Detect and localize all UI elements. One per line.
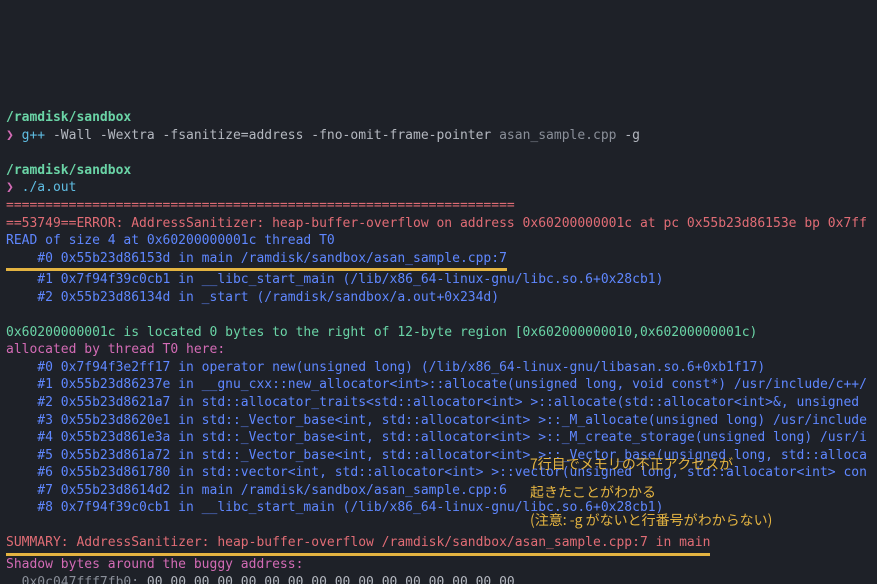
asan-alloc-stack-7: #7 0x55b23d8614d2 in main /ramdisk/sandb…: [6, 483, 507, 498]
asan-alloc-stack-2: #2 0x55b23d8621a7 in std::allocator_trai…: [6, 395, 867, 410]
cmd-gpp-bin: g++: [22, 128, 45, 143]
asan-allocated-line: allocated by thread T0 here:: [6, 342, 225, 357]
annotation-line1: 7行目でメモリの不正アクセスが: [530, 453, 733, 475]
asan-alloc-stack-1: #1 0x55b23d86237e in __gnu_cxx::new_allo…: [6, 377, 867, 392]
asan-separator: ========================================…: [6, 198, 515, 213]
asan-alloc-stack-3: #3 0x55b23d8620e1 in std::_Vector_base<i…: [6, 413, 867, 428]
cmd-run: ./a.out: [22, 180, 77, 195]
asan-error-header: ==53749==ERROR: AddressSanitizer: heap-b…: [6, 216, 867, 231]
prompt-char: ❯: [6, 180, 14, 195]
asan-alloc-stack-4: #4 0x55b23d861e3a in std::_Vector_base<i…: [6, 430, 867, 445]
shadow-row-addr: 0x0c047fff7fb0:: [6, 575, 139, 584]
shadow-bytes-header: Shadow bytes around the buggy address:: [6, 557, 303, 572]
asan-read-line: READ of size 4 at 0x60200000001c thread …: [6, 233, 335, 248]
shadow-row-bytes: 00 00 00 00 00 00 00 00 00 00 00 00 00 0…: [147, 575, 515, 584]
prompt-char: ❯: [6, 128, 14, 143]
annotation-line2: 起きたことがわかる: [530, 481, 656, 503]
asan-location-line: 0x60200000001c is located 0 bytes to the…: [6, 325, 757, 340]
cmd-gpp-tail: -g: [624, 128, 640, 143]
cmd-gpp-opts: -Wall -Wextra -fsanitize=address -fno-om…: [53, 128, 491, 143]
asan-alloc-stack-5: #5 0x55b23d861a72 in std::_Vector_base<i…: [6, 448, 867, 463]
cwd-path: /ramdisk/sandbox: [6, 110, 131, 125]
asan-stack-top-0: #0 0x55b23d86153d in main /ramdisk/sandb…: [6, 251, 507, 266]
asan-summary: SUMMARY: AddressSanitizer: heap-buffer-o…: [6, 535, 710, 550]
asan-alloc-stack-6: #6 0x55b23d861780 in std::vector<int, st…: [6, 465, 867, 480]
asan-stack-top-1: #1 0x7f94f39c0cb1 in __libc_start_main (…: [6, 272, 663, 287]
asan-stack-top-2: #2 0x55b23d86134d in _start (/ramdisk/sa…: [6, 290, 499, 305]
cwd-path: /ramdisk/sandbox: [6, 163, 131, 178]
annotation-line3: (注意: -g がないと行番号がわからない): [530, 509, 772, 531]
asan-alloc-stack-0: #0 0x7f94f3e2ff17 in operator new(unsign…: [6, 360, 765, 375]
cmd-gpp-src: asan_sample.cpp: [499, 128, 616, 143]
